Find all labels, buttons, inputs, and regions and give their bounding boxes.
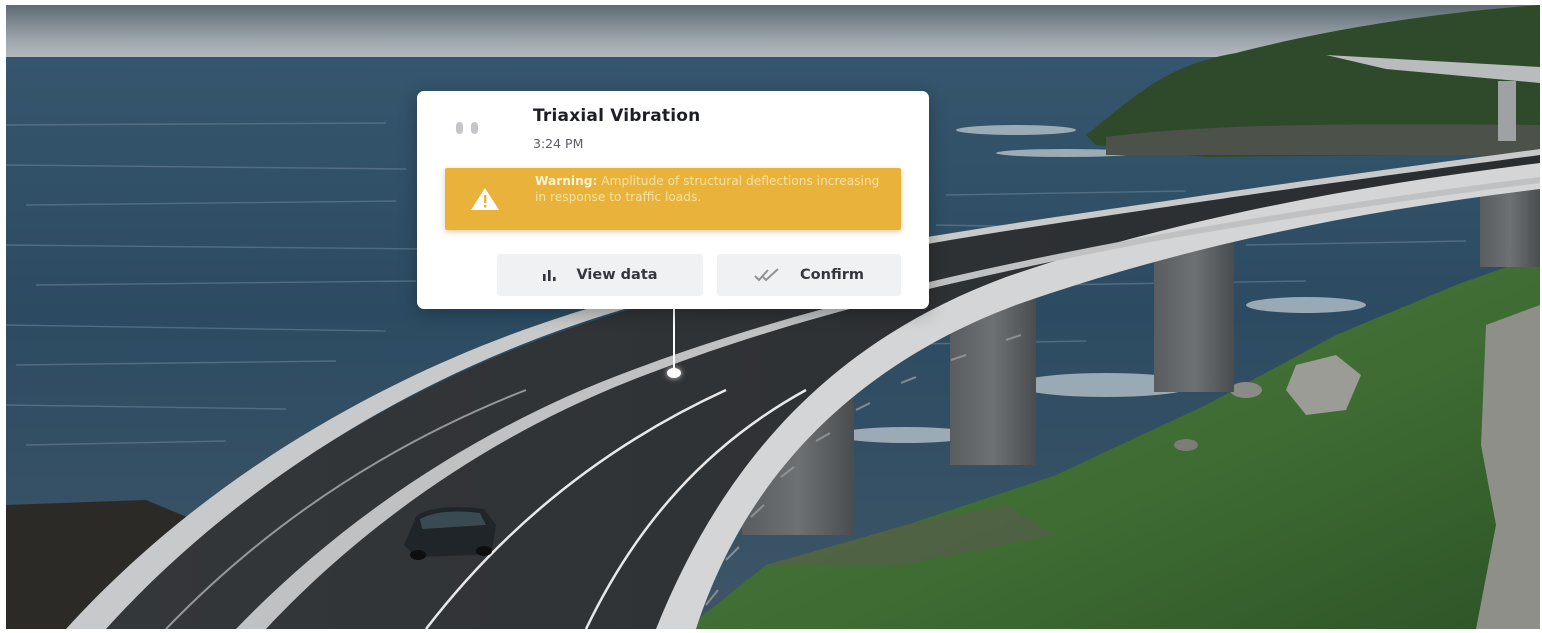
vibration-sensor-icon — [456, 122, 478, 134]
warning-triangle-icon — [471, 188, 499, 210]
bar-chart-icon — [543, 270, 557, 281]
sensor-location-marker[interactable] — [667, 368, 681, 378]
alert-title: Triaxial Vibration — [533, 106, 701, 126]
vibration-alert-card: Triaxial Vibration 3:24 PM Warning: Ampl… — [417, 91, 929, 309]
warning-message: Warning: Amplitude of structural deflect… — [535, 174, 885, 205]
double-check-icon — [754, 268, 779, 282]
alert-pointer-line — [673, 309, 675, 373]
view-data-label: View data — [576, 267, 658, 283]
confirm-label: Confirm — [800, 267, 864, 283]
warning-banner: Warning: Amplitude of structural deflect… — [445, 168, 901, 230]
warning-label: Warning: — [535, 174, 598, 188]
view-data-button[interactable]: View data — [497, 254, 703, 296]
confirm-button[interactable]: Confirm — [717, 254, 901, 296]
photo-frame: Triaxial Vibration 3:24 PM Warning: Ampl… — [6, 5, 1540, 629]
alert-time: 3:24 PM — [533, 136, 584, 151]
